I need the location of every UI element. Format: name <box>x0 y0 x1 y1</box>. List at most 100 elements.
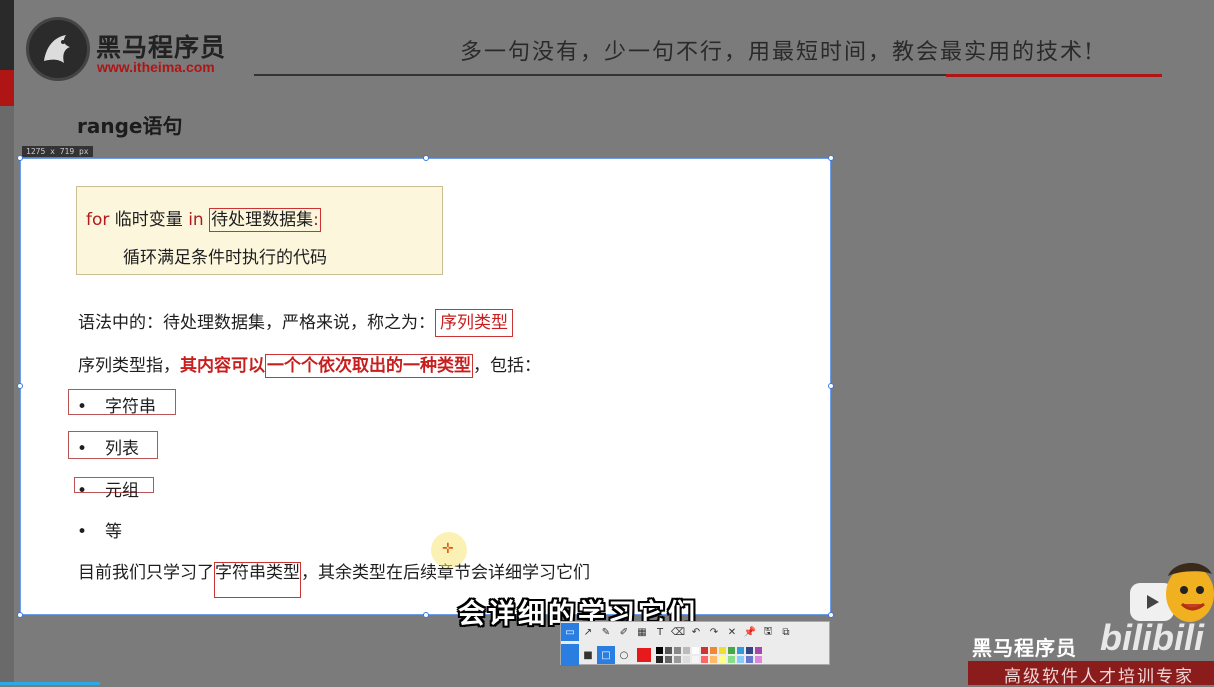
paragraph-syntax-text: 语法中的：待处理数据集，严格来说，称之为： <box>78 313 435 333</box>
resize-handle-top-left[interactable] <box>17 155 23 161</box>
watermark-slogan: 高级软件人才培训专家 <box>1004 667 1194 687</box>
code-line-2: 循环满足条件时执行的代码 <box>123 248 327 268</box>
header-divider-accent <box>946 74 1162 77</box>
color-swatch[interactable] <box>665 647 672 654</box>
string-type-boxed: 字符串类型 <box>214 562 301 598</box>
resize-handle-right[interactable] <box>828 383 834 389</box>
bullet-dot: • <box>77 397 88 417</box>
color-swatch[interactable] <box>719 647 726 654</box>
resize-handle-bottom[interactable] <box>423 612 429 618</box>
color-swatch[interactable] <box>737 656 744 663</box>
left-frame-red-accent <box>0 70 14 106</box>
paragraph-definition: 序列类型指，其内容可以 一个个依次取出的一种类型 ，包括： <box>78 351 541 378</box>
cursor-crosshair-icon: ✛ <box>442 541 454 557</box>
section-title: range语句 <box>77 114 183 138</box>
color-swatch[interactable] <box>701 647 708 654</box>
bullet-label: 等 <box>105 522 122 542</box>
color-swatch[interactable] <box>674 656 681 663</box>
color-swatch[interactable] <box>674 647 681 654</box>
toolbar-tools-row: ▭ ↗ ✎ ✐ ▦ T ⌫ ↶ ↷ ✕ 📌 🖫 ⧉ <box>561 622 829 642</box>
paragraph-syntax: 语法中的：待处理数据集，严格来说，称之为： 序列类型 <box>78 308 513 337</box>
marker-tool-icon[interactable]: ✐ <box>615 623 633 641</box>
brand-logo-icon <box>26 17 90 81</box>
definition-bold-1: 其内容可以 <box>180 356 265 376</box>
paragraph-note-prefix: 目前我们只学习了 <box>78 563 214 583</box>
color-swatch[interactable] <box>755 656 762 663</box>
close-icon[interactable]: ✕ <box>723 623 741 641</box>
watermark-brand: 黑马程序员 <box>972 636 1077 660</box>
color-palette[interactable] <box>655 646 765 664</box>
color-swatch[interactable] <box>746 656 753 663</box>
color-swatch[interactable] <box>683 656 690 663</box>
selection-size-tag: 1275 x 719 px <box>22 146 93 157</box>
color-swatch[interactable] <box>656 656 663 663</box>
color-swatch[interactable] <box>728 656 735 663</box>
color-swatch[interactable] <box>710 656 717 663</box>
bullet-dot: • <box>77 439 88 459</box>
keyword-in: in <box>188 210 204 230</box>
watermark-platform: bilibili <box>1100 617 1204 658</box>
copy-icon[interactable]: ⧉ <box>777 623 795 641</box>
outline-style-icon[interactable]: □ <box>597 646 615 664</box>
bullet-label: 元组 <box>105 481 139 501</box>
text-tool-icon[interactable]: T <box>651 623 669 641</box>
bullet-label: 列表 <box>105 439 139 459</box>
color-swatch[interactable] <box>665 656 672 663</box>
color-swatch[interactable] <box>710 647 717 654</box>
brand-url: www.itheima.com <box>97 59 215 75</box>
bullet-label: 字符串 <box>105 397 156 417</box>
pen-tool-icon[interactable]: ✎ <box>597 623 615 641</box>
color-swatch[interactable] <box>683 647 690 654</box>
color-swatch[interactable] <box>737 647 744 654</box>
ellipse-style-icon[interactable]: ○ <box>615 646 633 664</box>
resize-handle-top-right[interactable] <box>828 155 834 161</box>
eraser-tool-icon[interactable]: ⌫ <box>669 623 687 641</box>
undo-icon[interactable]: ↶ <box>687 623 705 641</box>
fill-style-icon[interactable]: ■ <box>579 646 597 664</box>
header-slogan: 多一句没有，少一句不行，用最短时间，教会最实用的技术! <box>460 40 1095 65</box>
resize-handle-bottom-left[interactable] <box>17 612 23 618</box>
paragraph-definition-prefix: 序列类型指， <box>78 356 180 376</box>
code-var: 临时变量 <box>109 210 189 230</box>
color-swatch[interactable] <box>701 656 708 663</box>
paragraph-note: 目前我们只学习了字符串类型，其余类型在后续章节会详细学习它们 <box>78 558 590 598</box>
left-frame-dark <box>0 0 14 70</box>
color-swatch[interactable] <box>728 647 735 654</box>
bullet-dot: • <box>77 481 88 501</box>
resize-handle-left[interactable] <box>17 383 23 389</box>
code-line-1: for 临时变量 in 待处理数据集: <box>86 205 321 232</box>
code-colon: : <box>313 210 319 230</box>
screenshot-annotation-toolbar: ▭ ↗ ✎ ✐ ▦ T ⌫ ↶ ↷ ✕ 📌 🖫 ⧉ ■ □ ○ <box>560 621 830 666</box>
definition-bold-boxed: 一个个依次取出的一种类型 <box>265 354 473 378</box>
paragraph-definition-suffix: ，包括： <box>473 356 541 376</box>
slide-canvas[interactable]: for 临时变量 in 待处理数据集: 循环满足条件时执行的代码 语法中的：待处… <box>20 158 831 615</box>
selected-color-swatch[interactable] <box>637 648 651 662</box>
color-swatch[interactable] <box>692 647 699 654</box>
resize-handle-top[interactable] <box>423 155 429 161</box>
mascot-icon <box>1166 562 1214 622</box>
sequence-type-highlight: 序列类型 <box>435 309 513 337</box>
bullet-dot: • <box>77 522 88 542</box>
mosaic-tool-icon[interactable]: ▦ <box>633 623 651 641</box>
code-syntax-box: for 临时变量 in 待处理数据集: 循环满足条件时执行的代码 <box>76 186 443 275</box>
bullet-item-list: • 列表 <box>77 434 139 459</box>
save-icon[interactable]: 🖫 <box>759 623 777 641</box>
color-swatch[interactable] <box>656 647 663 654</box>
code-dataset: 待处理数据集: <box>209 208 321 232</box>
resize-handle-bottom-right[interactable] <box>828 612 834 618</box>
options-indicator <box>561 644 579 666</box>
rect-tool-icon[interactable]: ▭ <box>561 623 579 641</box>
redo-icon[interactable]: ↷ <box>705 623 723 641</box>
bullet-item-tuple: • 元组 <box>77 476 139 501</box>
pin-icon[interactable]: 📌 <box>741 623 759 641</box>
color-swatch[interactable] <box>719 656 726 663</box>
arrow-tool-icon[interactable]: ↗ <box>579 623 597 641</box>
bullet-item-etc: • 等 <box>77 517 122 542</box>
bullet-item-string: • 字符串 <box>77 392 156 417</box>
color-swatch[interactable] <box>755 647 762 654</box>
code-dataset-text: 待处理数据集 <box>211 210 314 230</box>
color-swatch[interactable] <box>692 656 699 663</box>
keyword-for: for <box>86 210 110 230</box>
toolbar-options-row: ■ □ ○ <box>561 644 829 666</box>
color-swatch[interactable] <box>746 647 753 654</box>
